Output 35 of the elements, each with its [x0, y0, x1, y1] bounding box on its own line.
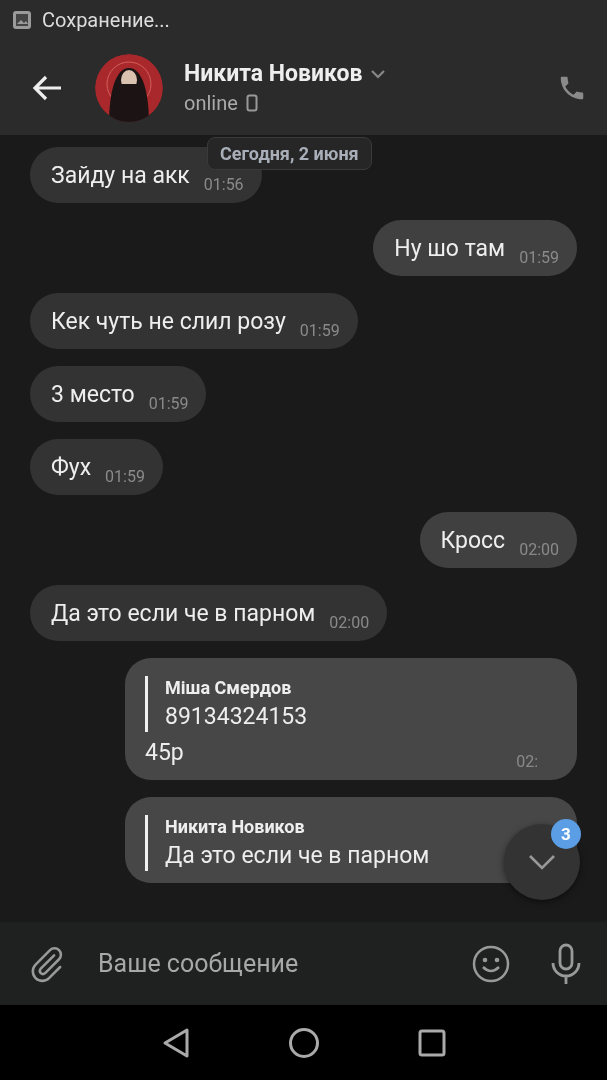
emoji-icon[interactable]	[472, 944, 510, 983]
message-text: Зайду на акк	[51, 161, 190, 191]
back-icon[interactable]	[161, 1026, 190, 1059]
recents-icon[interactable]	[417, 1028, 446, 1057]
contact-name[interactable]: Никита Новиков	[184, 60, 363, 87]
picture-icon	[12, 10, 32, 30]
home-icon[interactable]	[287, 1026, 320, 1059]
message-time: 02:00	[519, 540, 559, 560]
quote-sender: Никита Новиков	[165, 815, 305, 839]
message-text: Кросс	[440, 526, 506, 556]
message-text: Да это если че в парном	[51, 599, 316, 629]
message-time: 02:	[516, 752, 538, 772]
message-time: 01:59	[519, 248, 559, 268]
message-time: 01:59	[299, 321, 340, 341]
message-time: 01:59	[148, 394, 189, 414]
message-input[interactable]: Ваше сообщение	[96, 937, 472, 990]
message-time: 02:00	[329, 613, 370, 633]
avatar[interactable]	[95, 53, 163, 122]
chevron-down-icon	[528, 854, 556, 870]
message-text: Фух	[51, 453, 92, 483]
microphone-icon[interactable]	[550, 942, 582, 985]
quote-sender: Міша Смердов	[165, 676, 292, 700]
chevron-down-icon[interactable]	[370, 68, 387, 79]
message-text: Ну шо там	[394, 234, 506, 264]
message-text: 45р	[145, 738, 184, 768]
message-text: Кек чуть не слил розу	[51, 307, 286, 337]
quote-text: Да это если че в парном	[165, 841, 430, 871]
message-time: 01:59	[105, 467, 145, 487]
date-label: Сегодня, 2 июня	[207, 137, 372, 170]
status-text: Сохранение...	[42, 8, 170, 32]
message-time: 01:56	[203, 175, 244, 195]
phone-device-icon	[245, 94, 258, 112]
online-status: online	[184, 91, 238, 115]
message-text: 3 место	[51, 380, 135, 410]
quote-text: 89134324153	[165, 702, 308, 732]
